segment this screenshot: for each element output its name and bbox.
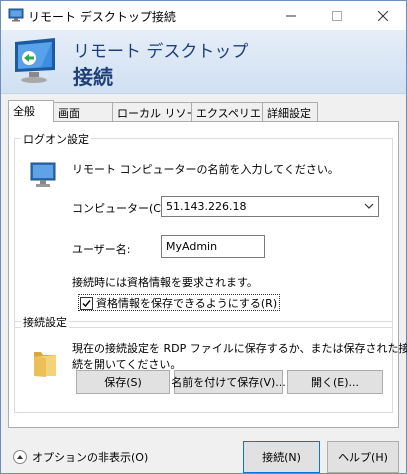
general-tab-panel: ログオン設定 リモート コンピューターの名前を入力してください。 コンピューター… [8,121,407,428]
title-bar[interactable]: リモート デスクトップ接続 [1,1,406,30]
tab-local-resources[interactable]: ローカル リソース [112,102,208,121]
credentials-note: 接続時には資格情報を要求されます。 [72,276,258,289]
help-button[interactable]: ヘルプ(H) [327,441,399,473]
folder-icon [32,346,58,381]
connection-settings-group: 接続設定 現在の接続設定を RDP ファイルに保存するか、または保存された接 続… [14,314,407,413]
remote-desktop-window: リモート デスクトップ接続 リモート デスクトップ 接続 全般 画面 ローカル … [0,0,407,474]
username-value: MyAdmin [166,240,218,253]
connect-button[interactable]: 接続(N) [243,441,320,473]
hide-options-toggle[interactable]: オプションの非表示(O) [13,449,148,465]
logon-settings-legend: ログオン設定 [21,131,91,147]
tab-experience[interactable]: エクスペリエンス [191,102,283,121]
open-button[interactable]: 開く(E)... [287,370,383,394]
hide-options-label: オプションの非表示(O) [32,451,149,464]
collapse-up-icon[interactable] [13,450,27,464]
checkbox-box[interactable] [80,296,93,310]
chevron-down-icon[interactable] [364,201,374,211]
computer-name-instruction: リモート コンピューターの名前を入力してください。 [72,163,339,176]
minimize-icon [286,15,296,16]
computer-combobox[interactable]: 51.143.226.18 [161,196,379,217]
connection-description-line1: 現在の接続設定を RDP ファイルに保存するか、または保存された接 [72,342,407,355]
checkmark-icon [82,299,91,307]
close-button[interactable] [360,1,406,30]
banner-title-line1: リモート デスクトップ [73,42,249,62]
maximize-icon [332,10,342,21]
app-icon [8,8,24,22]
save-credentials-label: 資格情報を保存できるようにする(R) [96,297,278,310]
rdp-logo-icon [11,36,63,88]
save-button[interactable]: 保存(S) [76,370,170,394]
computer-icon [28,161,58,194]
save-credentials-checkbox[interactable]: 資格情報を保存できるようにする(R) [78,294,281,311]
computer-value: 51.143.226.18 [166,200,247,213]
save-as-button[interactable]: 名前を付けて保存(V)... [171,370,286,394]
computer-label: コンピューター(C): [72,202,169,215]
maximize-button[interactable] [314,1,360,30]
minimize-button[interactable] [268,1,314,30]
tab-advanced[interactable]: 詳細設定 [262,102,318,121]
username-label: ユーザー名: [72,243,131,256]
tab-display[interactable]: 画面 [53,102,113,121]
close-icon [378,10,388,21]
banner-title-line2: 接続 [73,65,113,89]
window-title: リモート デスクトップ接続 [28,10,176,24]
logon-settings-group: ログオン設定 リモート コンピューターの名前を入力してください。 コンピューター… [14,131,393,328]
header-banner: リモート デスクトップ 接続 [1,30,406,94]
tab-general[interactable]: 全般 [8,100,54,122]
connection-settings-legend: 接続設定 [21,314,69,330]
username-field[interactable]: MyAdmin [161,235,265,258]
